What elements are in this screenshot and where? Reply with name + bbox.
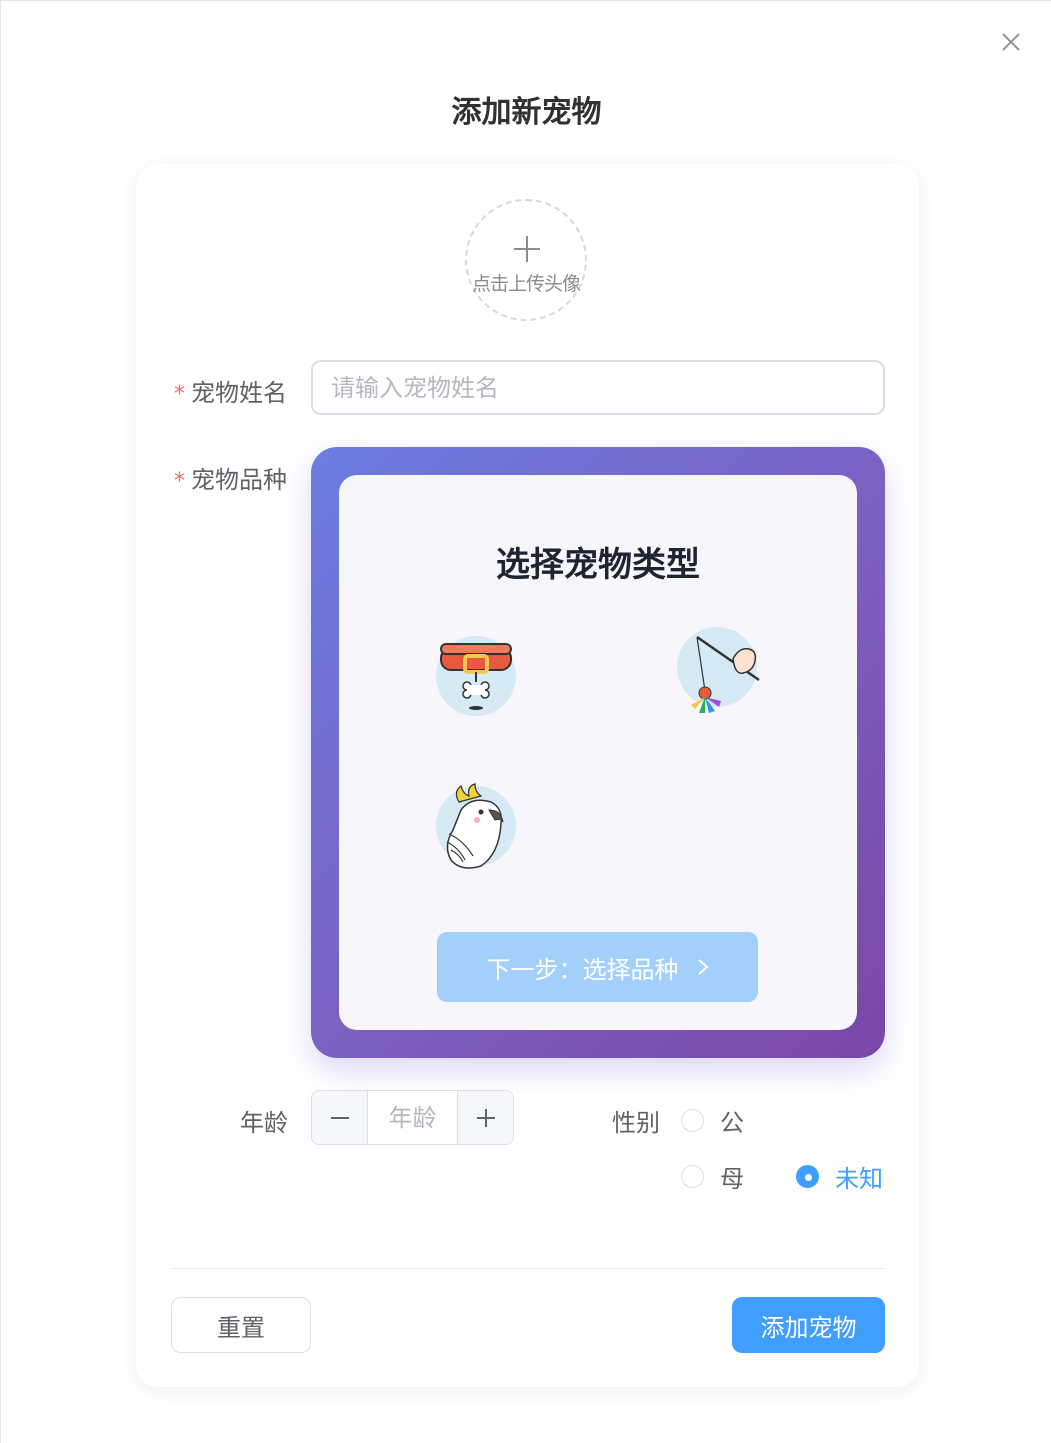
radio-circle <box>681 1109 704 1132</box>
gender-label: 性别 <box>612 1109 660 1137</box>
gender-option-unknown[interactable]: 未知 <box>796 1159 883 1194</box>
form-card: 点击上传头像 *宠物姓名 *宠物品种 选择宠物类型 <box>136 164 919 1387</box>
gender-option-female[interactable]: 母 <box>681 1159 744 1194</box>
pet-species-label-text: 宠物品种 <box>191 466 287 494</box>
cat-toy-icon <box>677 627 760 713</box>
reset-button[interactable]: 重置 <box>171 1297 311 1353</box>
required-mark: * <box>174 382 185 407</box>
plus-icon <box>514 236 540 262</box>
add-pet-button[interactable]: 添加宠物 <box>732 1297 885 1353</box>
close-button[interactable] <box>996 27 1026 57</box>
chevron-right-icon <box>697 959 709 975</box>
species-selector: 选择宠物类型 下一步：选择品种 <box>311 447 885 1058</box>
close-icon <box>1002 33 1020 51</box>
species-panel: 选择宠物类型 下一步：选择品种 <box>339 475 857 1030</box>
gender-option-label: 母 <box>720 1165 744 1193</box>
radio-circle <box>681 1165 704 1188</box>
pet-name-input[interactable] <box>311 360 885 415</box>
radio-circle-checked <box>796 1165 819 1188</box>
gender-option-label: 未知 <box>835 1165 883 1193</box>
plus-icon <box>476 1108 495 1127</box>
age-decrease-button[interactable] <box>312 1091 368 1144</box>
next-step-label: 下一步：选择品种 <box>486 955 679 984</box>
minus-icon <box>330 1116 349 1119</box>
pet-species-label: * 宠物品种 <box>174 460 287 495</box>
age-label: 年龄 <box>240 1109 288 1137</box>
age-input[interactable] <box>368 1091 457 1144</box>
pet-name-label-text: 宠物姓名 <box>191 379 287 407</box>
pet-name-label: * 宠物姓名 <box>174 373 287 408</box>
age-increase-button[interactable] <box>457 1091 513 1144</box>
required-mark: * <box>174 469 185 494</box>
add-pet-dialog: 添加新宠物 点击上传头像 *宠物姓名 *宠物品种 选择宠物类型 <box>0 0 1051 1443</box>
age-stepper <box>311 1090 514 1145</box>
dialog-title: 添加新宠物 <box>451 95 602 130</box>
gender-option-label: 公 <box>720 1109 744 1137</box>
pet-type-dog[interactable] <box>433 630 519 730</box>
upload-text: 点击上传头像 <box>471 273 581 295</box>
dog-collar-icon <box>436 636 516 716</box>
species-panel-title: 选择宠物类型 <box>496 545 700 585</box>
gender-option-male[interactable]: 公 <box>681 1103 744 1138</box>
pet-type-bird[interactable] <box>433 780 519 880</box>
avatar-upload[interactable]: 点击上传头像 <box>465 199 587 321</box>
next-step-button[interactable]: 下一步：选择品种 <box>437 932 758 1002</box>
parrot-icon <box>436 783 516 869</box>
pet-type-cat[interactable] <box>675 625 761 725</box>
footer-divider <box>171 1268 885 1269</box>
